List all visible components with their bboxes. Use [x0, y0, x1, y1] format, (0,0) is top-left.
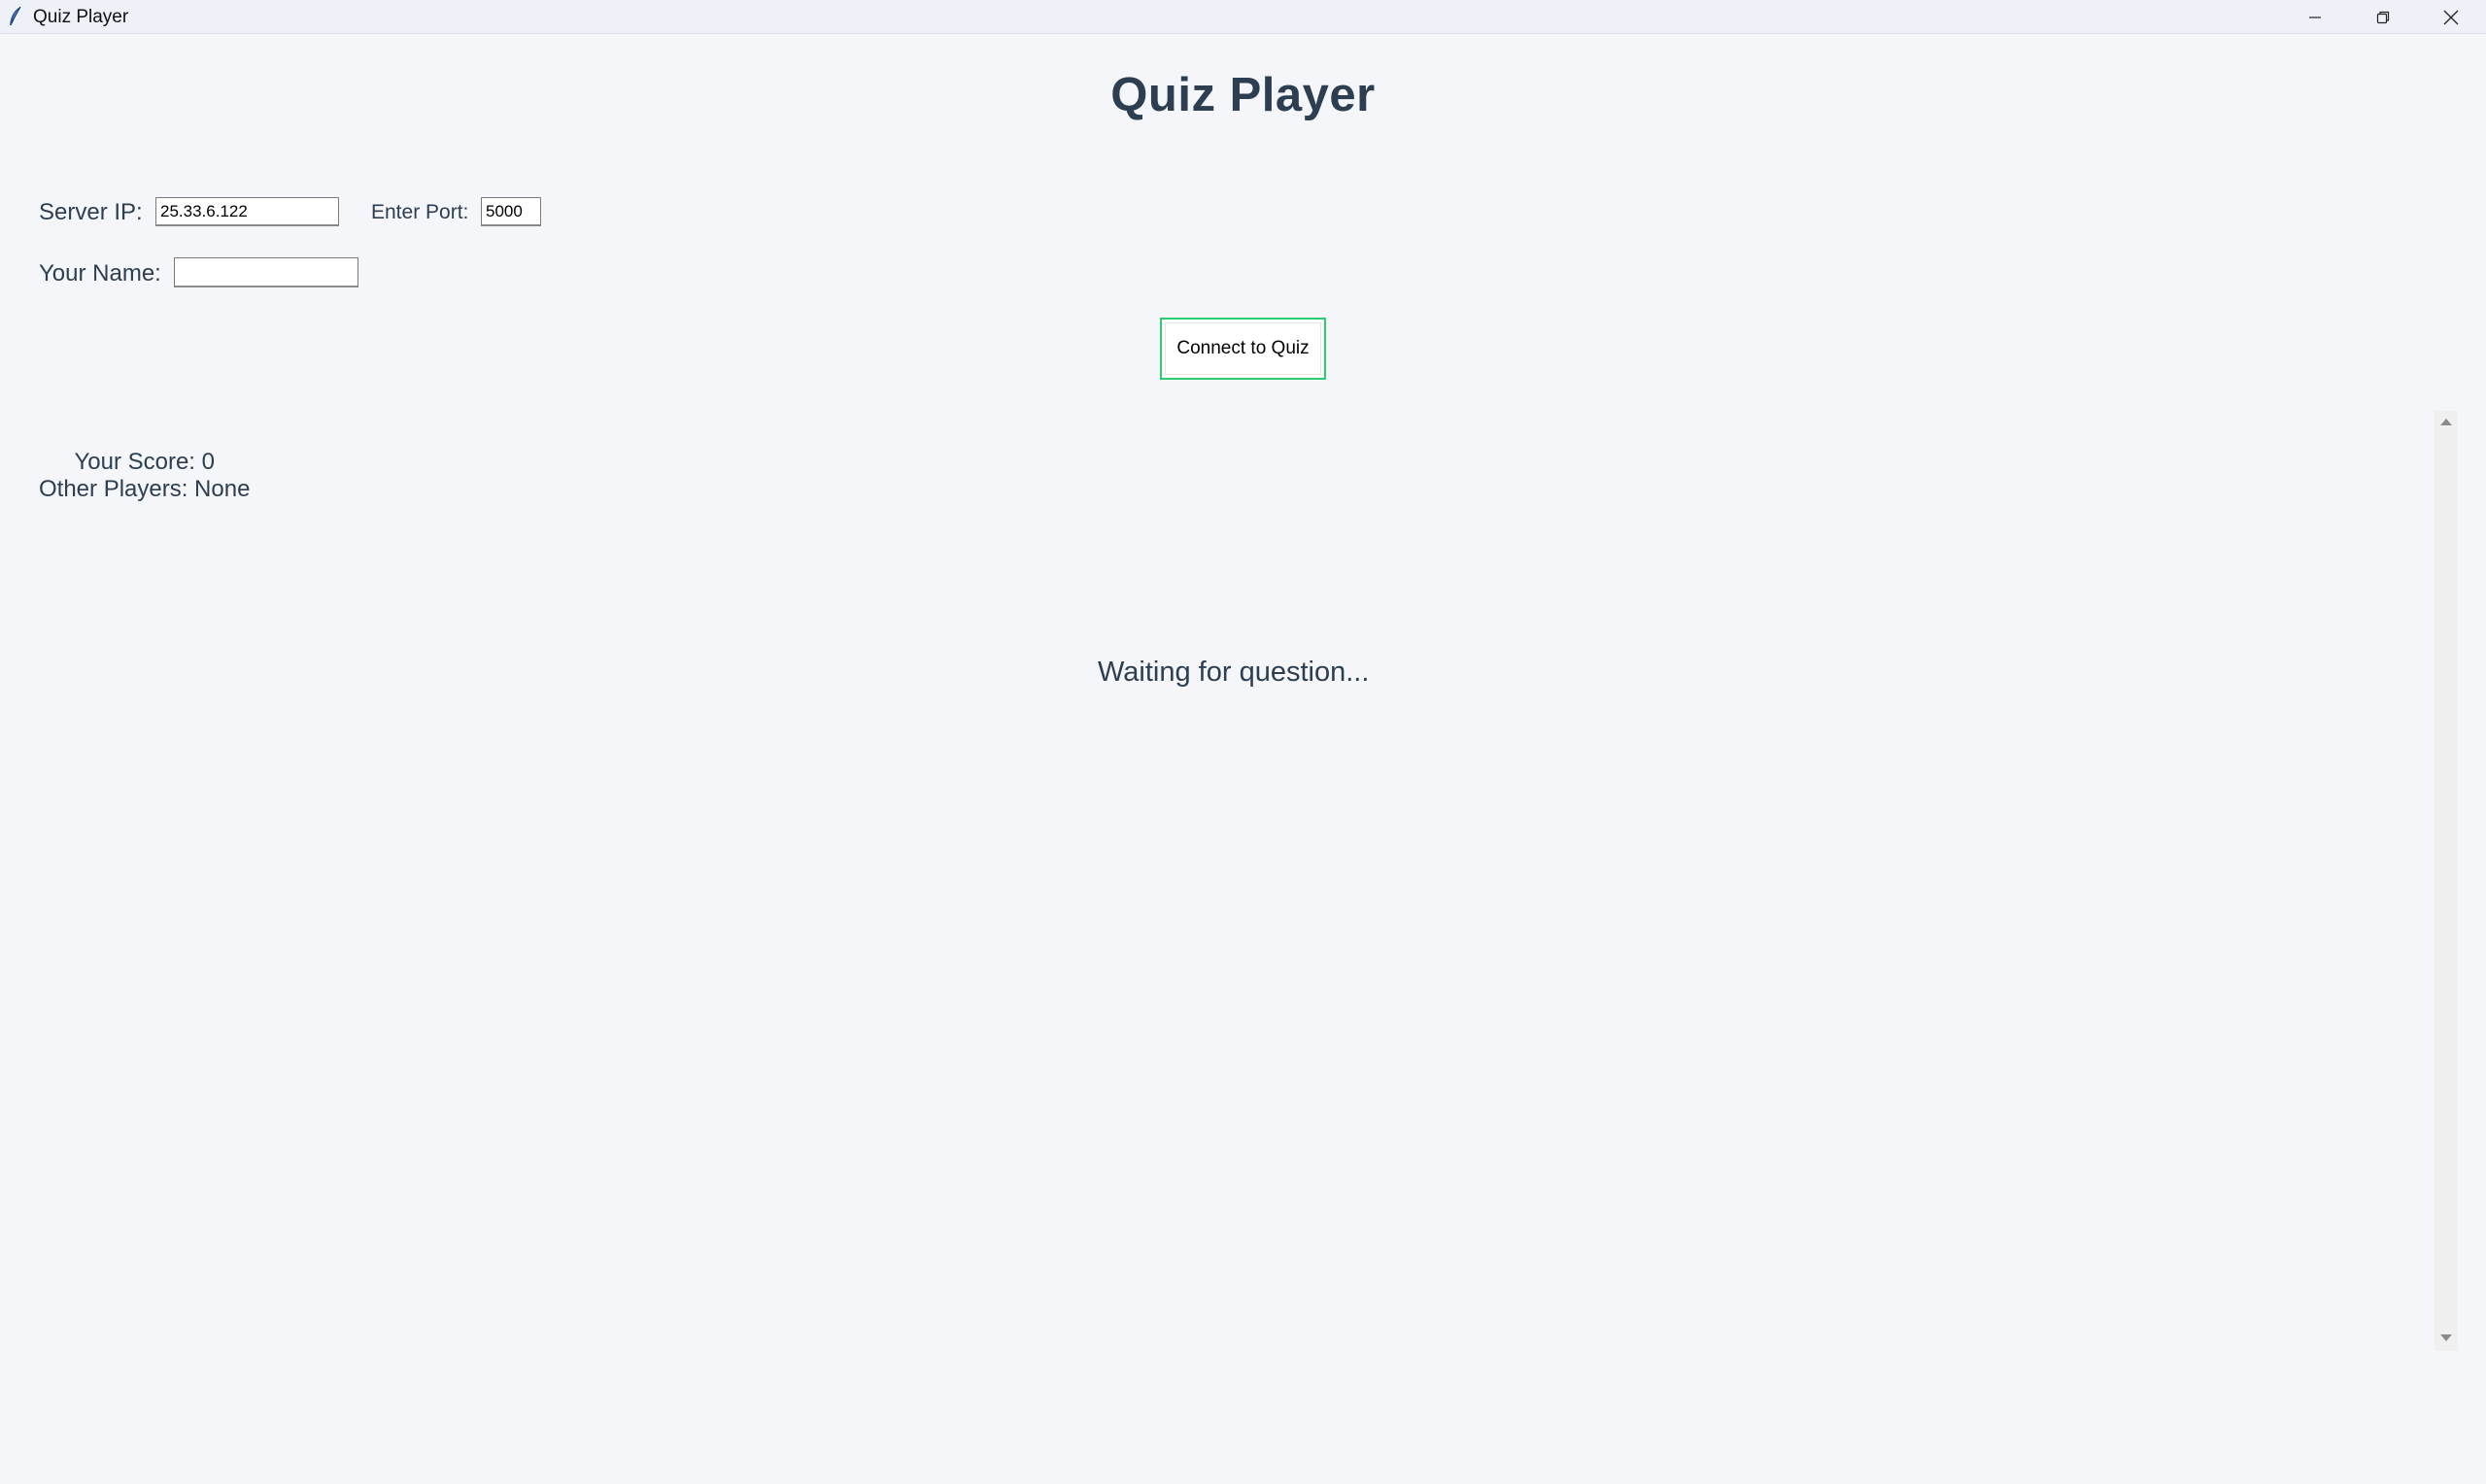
server-ip-input[interactable]: [155, 197, 339, 226]
server-ip-label: Server IP:: [39, 199, 143, 225]
port-input[interactable]: [481, 197, 541, 226]
close-button[interactable]: [2417, 0, 2485, 34]
minimize-icon: [2308, 11, 2322, 24]
window-title: Quiz Player: [33, 7, 129, 27]
restore-icon: [2376, 11, 2390, 24]
triangle-up-icon: [2439, 414, 2453, 431]
other-players-text: Other Players: None: [39, 476, 251, 502]
page-title: Quiz Player: [1110, 69, 1376, 121]
connect-button-focus-ring: [1165, 322, 1321, 375]
question-status: Waiting for question...: [1098, 657, 1370, 688]
scoreboard: Your Score: 0 Other Players: None: [39, 449, 250, 503]
quiz-player-window: Quiz Player Quiz Player Server IP: 25.33…: [0, 0, 2486, 1484]
scroll-down-button[interactable]: [2435, 1328, 2458, 1351]
triangle-down-icon: [2439, 1331, 2453, 1348]
name-input[interactable]: [174, 257, 358, 287]
score-text: Your Score: 0: [74, 449, 215, 475]
vertical-scrollbar[interactable]: [2435, 411, 2458, 1351]
close-icon: [2443, 10, 2459, 25]
scroll-up-button[interactable]: [2435, 411, 2458, 434]
name-label: Your Name:: [39, 260, 161, 287]
feather-icon: [6, 6, 25, 27]
restore-button[interactable]: [2349, 0, 2417, 34]
port-label: Enter Port:: [371, 201, 469, 223]
minimize-button[interactable]: [2281, 0, 2349, 34]
connect-button[interactable]: Connect to Quiz: [1160, 318, 1326, 380]
title-bar: Quiz Player: [0, 0, 2486, 34]
